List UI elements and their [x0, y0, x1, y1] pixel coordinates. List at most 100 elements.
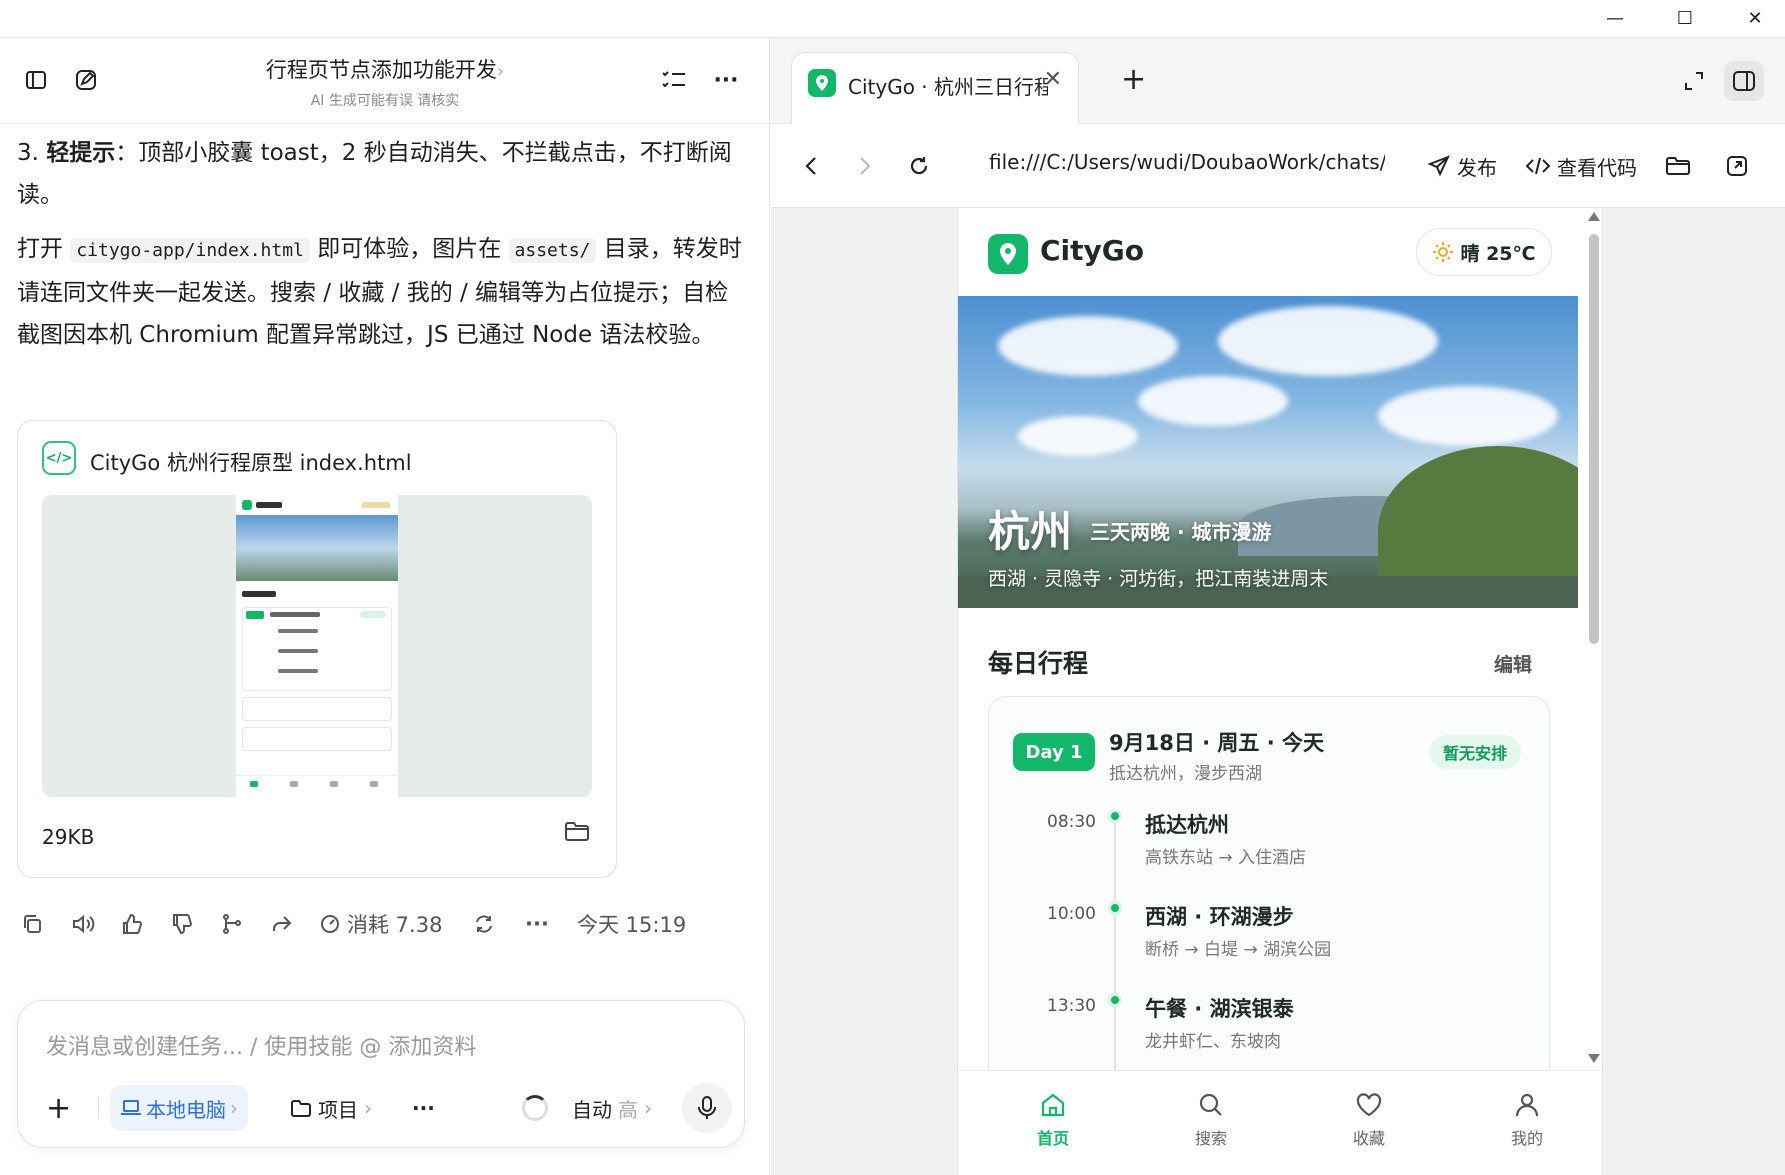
nav-home[interactable]: 首页 — [1013, 1091, 1093, 1149]
file-preview[interactable] — [42, 495, 592, 797]
hero-city: 杭州 — [988, 507, 1073, 556]
laptop-icon — [121, 1100, 141, 1115]
refresh-icon — [476, 915, 492, 933]
nav-profile[interactable]: 我的 — [1487, 1091, 1567, 1149]
weather-badge: 晴 25℃ — [1416, 228, 1552, 276]
open-external-button[interactable] — [1725, 146, 1749, 186]
model-mode-selector[interactable]: 自动 高 › — [562, 1085, 662, 1131]
home-icon — [1041, 1093, 1065, 1117]
inline-code: assets/ — [508, 238, 597, 263]
hero-banner: 杭州 三天两晚 · 城市漫游 西湖 · 灵隐寺 · 河坊街，把江南装进周末 — [958, 296, 1578, 608]
app-brand: CityGo — [1040, 234, 1145, 267]
more-icon: ··· — [713, 67, 739, 93]
scroll-up-icon[interactable] — [1588, 212, 1600, 221]
scrollbar-thumb[interactable] — [1589, 234, 1599, 644]
nav-favorites[interactable]: 收藏 — [1329, 1091, 1409, 1149]
task-list-button[interactable] — [654, 60, 694, 100]
folder-icon — [291, 1100, 311, 1117]
file-name: CityGo 杭州行程原型 index.html — [90, 451, 412, 475]
expand-button[interactable] — [1674, 61, 1714, 101]
chevron-right-icon — [860, 157, 871, 175]
open-folder-button[interactable] — [1665, 146, 1691, 186]
sun-icon — [1433, 242, 1454, 262]
nav-search[interactable]: 搜索 — [1171, 1091, 1251, 1149]
code-file-icon: </> — [42, 441, 76, 475]
chat-header: 行程页节点添加功能开发› AI 生成可能有误 请核实 ··· — [0, 38, 769, 124]
scroll-down-icon[interactable] — [1588, 1054, 1600, 1063]
divider — [98, 1097, 99, 1119]
composer-toolbar: + 本地电脑 › 项目 › ··· 自动 高 › — [18, 1083, 746, 1133]
publish-button[interactable]: 发布 — [1427, 146, 1497, 186]
preview-thumbnail — [236, 495, 398, 797]
minimize-button[interactable]: — — [1585, 0, 1645, 36]
cost-indicator[interactable]: 消耗 7.38 — [319, 904, 442, 944]
close-icon: ✕ — [1747, 7, 1763, 29]
day-summary: 抵达杭州，漫步西湖 — [1109, 764, 1262, 784]
view-code-button[interactable]: 查看代码 — [1525, 146, 1637, 186]
location-pin-icon — [988, 234, 1028, 274]
loading-spinner-icon — [522, 1095, 548, 1121]
maximize-button[interactable]: ☐ — [1655, 0, 1715, 36]
local-computer-chip[interactable]: 本地电脑 › — [110, 1085, 248, 1131]
close-tab-button[interactable]: ✕ — [1044, 67, 1062, 92]
copy-icon — [24, 915, 41, 933]
timeline-dot — [1108, 993, 1122, 1007]
title-bar: — ☐ ✕ — [0, 0, 1785, 38]
scrollbar[interactable] — [1584, 208, 1602, 1070]
chevron-right-icon: › — [644, 1096, 652, 1120]
reload-button[interactable] — [899, 146, 939, 186]
browser-toolbar: file:///C:/Users/wudi/DoubaoWork/chats/2… — [771, 124, 1785, 208]
external-link-icon — [1727, 156, 1747, 176]
regenerate-button[interactable] — [473, 904, 495, 944]
branch-icon — [223, 914, 241, 934]
branch-button[interactable] — [221, 904, 243, 944]
day-date: 9月18日 · 周五 · 今天 — [1109, 731, 1325, 755]
location-pin-icon — [808, 69, 836, 97]
more-button[interactable]: ··· — [706, 60, 746, 100]
gauge-icon — [321, 915, 339, 933]
tip-paragraph: 3. 轻提示：顶部小胶囊 toast，2 秒自动消失、不拦截点击，不打断阅读。 — [17, 140, 732, 208]
forward-button[interactable] — [845, 146, 885, 186]
read-aloud-button[interactable] — [71, 904, 95, 944]
split-panel-icon — [1733, 71, 1755, 91]
edit-button[interactable]: 编辑 — [1494, 650, 1532, 677]
share-button[interactable] — [271, 904, 293, 944]
speaker-icon — [73, 914, 95, 934]
chat-pane: 行程页节点添加功能开发› AI 生成可能有误 请核实 ··· 3. 轻提示：顶部… — [0, 38, 770, 1175]
file-size: 29KB — [42, 825, 95, 849]
browser-pane: CityGo · 杭州三日行程 ✕ + file:///C:/Users/wud… — [771, 38, 1785, 1175]
open-folder-button[interactable] — [564, 819, 590, 847]
timeline-title[interactable]: 午餐 · 湖滨银泰 — [1145, 993, 1294, 1023]
file-card[interactable]: </> CityGo 杭州行程原型 index.html 29KB — [17, 420, 617, 878]
message-input[interactable]: 发消息或创建任务... / 使用技能 @ 添加资料 — [46, 1029, 476, 1061]
timeline-title[interactable]: 抵达杭州 — [1145, 809, 1229, 839]
timeline-dot — [1108, 901, 1122, 915]
code-icon — [1525, 157, 1551, 175]
composer: 发消息或创建任务... / 使用技能 @ 添加资料 + 本地电脑 › 项目 › ··… — [17, 1000, 745, 1148]
page-viewport: CityGo 晴 25℃ 杭州 三天两晚 · 城市漫游 西湖 · 灵隐寺 · 河… — [957, 208, 1603, 1175]
back-button[interactable] — [791, 146, 831, 186]
app-header: CityGo 晴 25℃ — [958, 208, 1578, 296]
timeline-time: 08:30 — [1047, 812, 1096, 832]
folder-icon — [1666, 157, 1690, 175]
project-chip[interactable]: 项目 › — [280, 1085, 382, 1131]
timeline-dot — [1108, 809, 1122, 823]
more-tools-button[interactable]: ··· — [402, 1085, 445, 1131]
address-bar[interactable]: file:///C:/Users/wudi/DoubaoWork/chats/2 — [989, 150, 1385, 174]
search-icon — [1199, 1093, 1222, 1116]
voice-input-button[interactable] — [682, 1083, 732, 1133]
split-view-button[interactable] — [1724, 61, 1764, 101]
chevron-right-icon: › — [230, 1096, 238, 1120]
more-actions-button[interactable]: ··· — [525, 904, 549, 944]
expand-icon — [1685, 72, 1703, 90]
like-button[interactable] — [121, 904, 143, 944]
dislike-button[interactable] — [171, 904, 193, 944]
timeline-desc: 断桥 → 白堤 → 湖滨公园 — [1145, 940, 1332, 960]
timeline-title[interactable]: 西湖 · 环湖漫步 — [1145, 901, 1294, 931]
share-icon — [273, 916, 292, 931]
new-tab-button[interactable]: + — [1121, 62, 1146, 97]
copy-button[interactable] — [21, 904, 43, 944]
close-window-button[interactable]: ✕ — [1725, 0, 1785, 36]
add-attachment-button[interactable]: + — [36, 1085, 81, 1131]
tab-citygo[interactable]: CityGo · 杭州三日行程 ✕ — [791, 52, 1079, 124]
